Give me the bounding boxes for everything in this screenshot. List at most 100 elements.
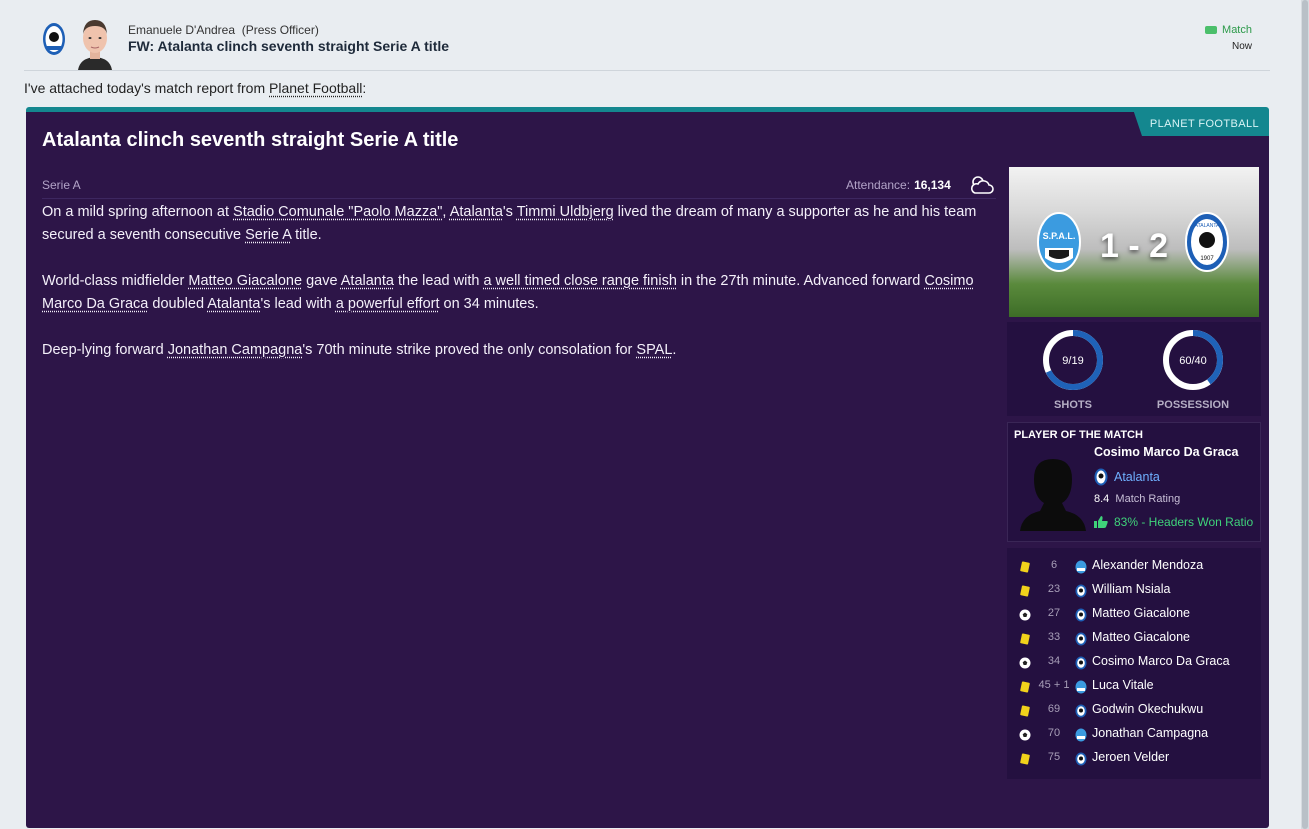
- message-subject: FW: Atalanta clinch seventh straight Ser…: [128, 38, 450, 54]
- match-stats: 9/19 SHOTS 60/40 POSSESSION: [1007, 322, 1261, 416]
- match-event-row[interactable]: 69 Godwin Okechukwu: [1007, 699, 1261, 723]
- shots-stat[interactable]: 9/19 SHOTS: [1013, 328, 1133, 411]
- possession-label: POSSESSION: [1156, 399, 1230, 411]
- match-event-row[interactable]: 27 Matteo Giacalone: [1007, 603, 1261, 627]
- team-link[interactable]: Atalanta: [207, 296, 260, 312]
- stadium-link[interactable]: Stadio Comunale "Paolo Mazza": [233, 204, 442, 220]
- event-player[interactable]: Matteo Giacalone: [1092, 606, 1190, 620]
- text: title.: [291, 227, 322, 243]
- intro-suffix: :: [362, 80, 367, 96]
- text: on 34 minutes.: [439, 296, 539, 312]
- attendance-label: Attendance:: [846, 178, 911, 192]
- team-link[interactable]: Atalanta: [341, 273, 394, 289]
- team-link[interactable]: SPAL: [636, 342, 672, 358]
- possession-stat[interactable]: 60/40 POSSESSION: [1133, 328, 1253, 411]
- source-link[interactable]: Planet Football: [269, 80, 362, 96]
- potm-rating-value: 8.4: [1094, 493, 1110, 505]
- page-scrollbar[interactable]: [1301, 0, 1309, 829]
- atalanta-badge-icon: [1075, 656, 1087, 670]
- match-event-row[interactable]: 34 Cosimo Marco Da Graca: [1007, 651, 1261, 675]
- yellow-card-icon: [1020, 585, 1030, 597]
- spal-badge-icon: [1075, 560, 1087, 574]
- player-link[interactable]: Timmi Uldbjerg: [517, 204, 614, 220]
- event-minute: 6: [1050, 559, 1058, 571]
- event-minute: 34: [1047, 655, 1061, 667]
- scrollbar-thumb[interactable]: [1302, 0, 1308, 829]
- goal-highlight-link[interactable]: a well timed close range finish: [483, 273, 676, 289]
- attendance-value: 16,134: [914, 178, 951, 192]
- event-minute: 33: [1047, 631, 1061, 643]
- event-player[interactable]: William Nsiala: [1092, 582, 1170, 596]
- event-minute: 69: [1047, 703, 1061, 715]
- match-events: 6 Alexander Mendoza 23 William Nsiala 27 Matt…: [1007, 548, 1261, 779]
- scoreboard[interactable]: S.P.A.L. 1 - 2 ATALANTA 1907: [1009, 167, 1259, 317]
- potm-stat-text: 83% - Headers Won Ratio: [1114, 515, 1254, 529]
- atalanta-badge-icon[interactable]: ATALANTA 1907: [1185, 212, 1229, 272]
- text: .: [672, 342, 677, 358]
- paragraph-1: On a mild spring afternoon at Stadio Com…: [42, 201, 992, 247]
- goal-ball-icon: [1019, 609, 1031, 621]
- match-event-row[interactable]: 23 William Nsiala: [1007, 579, 1261, 603]
- message-time: Now: [1231, 41, 1252, 52]
- goal-highlight-link[interactable]: a powerful effort: [336, 296, 440, 312]
- text: the lead with: [393, 273, 484, 289]
- match-tag[interactable]: Match: [1205, 24, 1252, 36]
- goal-ball-icon: [1019, 729, 1031, 741]
- source-flag: PLANET FOOTBALL: [1133, 112, 1269, 136]
- match-event-row[interactable]: 33 Matteo Giacalone: [1007, 627, 1261, 651]
- event-player[interactable]: Jonathan Campagna: [1092, 726, 1208, 740]
- match-event-row[interactable]: 45 + 1 Luca Vitale: [1007, 675, 1261, 699]
- match-event-row[interactable]: 6 Alexander Mendoza: [1007, 555, 1261, 579]
- thumbs-up-icon: [1094, 516, 1108, 528]
- event-player[interactable]: Alexander Mendoza: [1092, 558, 1203, 572]
- match-report-card: PLANET FOOTBALL Atalanta clinch seventh …: [26, 107, 1269, 828]
- press-officer-avatar: [72, 14, 118, 70]
- event-player[interactable]: Matteo Giacalone: [1092, 630, 1190, 644]
- text: 's lead with: [260, 296, 336, 312]
- atalanta-badge-icon: [1094, 468, 1108, 486]
- atalanta-badge-icon: [1075, 752, 1087, 766]
- match-event-row[interactable]: 75 Jeroen Velder: [1007, 747, 1261, 771]
- event-minute: 70: [1047, 727, 1061, 739]
- team-link[interactable]: Atalanta: [450, 204, 503, 220]
- match-event-row[interactable]: 70 Jonathan Campagna: [1007, 723, 1261, 747]
- player-of-the-match[interactable]: PLAYER OF THE MATCH Cosimo Marco Da Grac…: [1007, 422, 1261, 542]
- potm-player-name[interactable]: Cosimo Marco Da Graca: [1094, 445, 1239, 459]
- atalanta-badge-icon: [1075, 584, 1087, 598]
- text: World-class midfielder: [42, 273, 189, 289]
- report-headline: Atalanta clinch seventh straight Serie A…: [42, 129, 459, 151]
- player-link[interactable]: Jonathan Campagna: [168, 342, 303, 358]
- yellow-card-icon: [1020, 753, 1030, 765]
- competition-label[interactable]: Serie A: [42, 178, 81, 192]
- text: in the 27th minute. Advanced forward: [676, 273, 925, 289]
- event-minute: 27: [1047, 607, 1061, 619]
- event-minute: 75: [1047, 751, 1061, 763]
- event-player[interactable]: Cosimo Marco Da Graca: [1092, 654, 1230, 668]
- spal-badge-icon: [1075, 680, 1087, 694]
- sender-role: (Press Officer): [241, 23, 319, 37]
- text: doubled: [148, 296, 208, 312]
- potm-team[interactable]: Atalanta: [1094, 468, 1160, 486]
- atalanta-badge-icon: [1075, 632, 1087, 646]
- event-player[interactable]: Godwin Okechukwu: [1092, 702, 1203, 716]
- possession-value: 60/40: [1179, 355, 1207, 367]
- competition-link[interactable]: Serie A: [245, 227, 291, 243]
- paragraph-2: World-class midfielder Matteo Giacalone …: [42, 270, 992, 316]
- intro-prefix: I've attached today's match report from: [24, 80, 270, 96]
- atalanta-badge-icon: [1075, 704, 1087, 718]
- event-player[interactable]: Jeroen Velder: [1092, 750, 1169, 764]
- paragraph-3: Deep-lying forward Jonathan Campagna's 7…: [42, 339, 992, 362]
- event-player[interactable]: Luca Vitale: [1092, 678, 1154, 692]
- text: 's: [502, 204, 517, 220]
- text: Deep-lying forward: [42, 342, 168, 358]
- attendance: Attendance: 16,134: [846, 178, 951, 192]
- report-body: On a mild spring afternoon at Stadio Com…: [42, 201, 992, 385]
- sender-line: Emanuele D'Andrea (Press Officer): [128, 23, 319, 37]
- potm-rating-label: Match Rating: [1115, 493, 1181, 505]
- atalanta-badge-icon: [1075, 608, 1087, 622]
- yellow-card-icon: [1020, 633, 1030, 645]
- event-minute: 45 + 1: [1038, 679, 1070, 691]
- player-link[interactable]: Matteo Giacalone: [188, 273, 302, 289]
- shots-value: 9/19: [1062, 355, 1083, 367]
- sender-name[interactable]: Emanuele D'Andrea: [128, 23, 235, 37]
